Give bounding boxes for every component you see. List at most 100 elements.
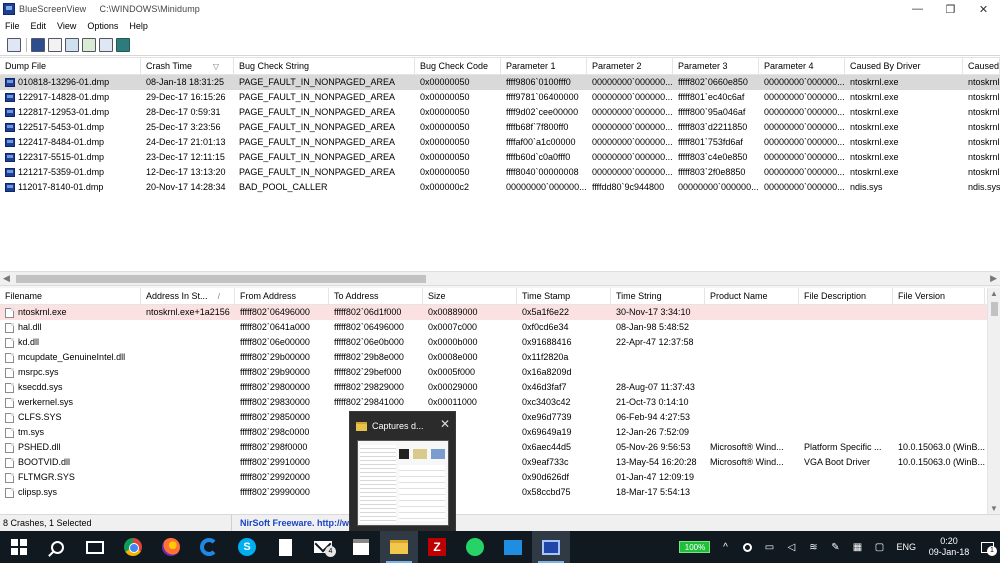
- minimize-button[interactable]: —: [901, 0, 934, 18]
- column-header-time-string[interactable]: Time String: [611, 288, 705, 305]
- menu-view[interactable]: View: [52, 21, 82, 31]
- refresh-icon[interactable]: [99, 37, 113, 52]
- keyboard-icon[interactable]: ▦: [850, 540, 864, 554]
- scrollbar-thumb[interactable]: [16, 275, 426, 283]
- column-header-caused-by-driver[interactable]: Caused By Driver: [845, 58, 963, 75]
- thumbnail-close-button[interactable]: ✕: [440, 418, 450, 430]
- start-button[interactable]: [0, 531, 38, 563]
- volume-icon[interactable]: ◁: [784, 540, 798, 554]
- scroll-left-icon[interactable]: ◀: [3, 273, 10, 284]
- taskbar-mail[interactable]: 4: [304, 531, 342, 563]
- crash-row[interactable]: 122317-5515-01.dmp 23-Dec-17 12:11:15 PAGE…: [0, 150, 1000, 165]
- menu-edit[interactable]: Edit: [26, 21, 53, 31]
- action-center-button[interactable]: 1: [974, 531, 1000, 563]
- taskbar-file-explorer[interactable]: [380, 531, 418, 563]
- column-header-filename[interactable]: Filename: [0, 288, 141, 305]
- taskbar-notepad[interactable]: [266, 531, 304, 563]
- driver-row[interactable]: msrpc.sys fffff802`29b90000 fffff802`29bef…: [0, 365, 987, 380]
- driver-row[interactable]: clipsp.sys fffff802`29990000 0x58ccbd75 18-…: [0, 485, 987, 500]
- android-icon[interactable]: [740, 540, 754, 554]
- taskbar-filezilla[interactable]: Z: [418, 531, 456, 563]
- exit-icon[interactable]: [116, 37, 130, 52]
- copy-icon[interactable]: [48, 37, 62, 52]
- advanced-options-icon[interactable]: [82, 37, 96, 52]
- driver-row[interactable]: BOOTVID.dll fffff802`29910000 0x9eaf733c 13…: [0, 455, 987, 470]
- crash-row[interactable]: 122417-8484-01.dmp 24-Dec-17 21:01:13 PAGE…: [0, 135, 1000, 150]
- menu-options[interactable]: Options: [82, 21, 124, 31]
- column-header-time-stamp[interactable]: Time Stamp: [517, 288, 611, 305]
- scroll-down-icon[interactable]: ▼: [990, 504, 998, 513]
- taskbar-calendar[interactable]: [342, 531, 380, 563]
- task-view-button[interactable]: [76, 531, 114, 563]
- column-header-file-version[interactable]: File Version: [893, 288, 985, 305]
- column-header-size[interactable]: Size: [423, 288, 517, 305]
- column-header-parameter-1[interactable]: Parameter 1: [501, 58, 587, 75]
- column-header-to-address[interactable]: To Address: [329, 288, 423, 305]
- message-icon[interactable]: ▢: [872, 540, 886, 554]
- device-icon[interactable]: ▭: [762, 540, 776, 554]
- menu-file[interactable]: File: [0, 21, 26, 31]
- column-header-dump-file[interactable]: Dump File: [0, 58, 141, 75]
- taskbar-chrome[interactable]: [114, 531, 152, 563]
- column-header-parameter-4[interactable]: Parameter 4: [759, 58, 845, 75]
- crash-row[interactable]: 122517-5453-01.dmp 25-Dec-17 3:23:56 PAGE_…: [0, 120, 1000, 135]
- cell-time-stamp: 0x69649a19: [517, 425, 611, 440]
- scroll-up-icon[interactable]: ▲: [990, 289, 998, 298]
- taskbar-skype[interactable]: S: [228, 531, 266, 563]
- pen-icon[interactable]: ✎: [828, 540, 842, 554]
- crash-row[interactable]: 112017-8140-01.dmp 20-Nov-17 14:28:34 BAD_…: [0, 180, 1000, 195]
- vertical-scrollbar[interactable]: ▲ ▼: [987, 288, 1000, 514]
- wifi-icon[interactable]: ≋: [806, 540, 820, 554]
- copy-html-icon[interactable]: [65, 37, 79, 52]
- crash-row[interactable]: 122817-12953-01.dmp 28-Dec-17 0:59:31 PAGE…: [0, 105, 1000, 120]
- column-header-parameter-3[interactable]: Parameter 3: [673, 58, 759, 75]
- driver-row[interactable]: kd.dll fffff802`06e00000 fffff802`06e0b000…: [0, 335, 987, 350]
- cell-text: fffff802`29bef000: [334, 367, 402, 377]
- battery-indicator[interactable]: 100%: [679, 541, 711, 553]
- column-header-bug-check-code[interactable]: Bug Check Code: [415, 58, 501, 75]
- horizontal-scrollbar[interactable]: ◀ ▶: [0, 271, 1000, 285]
- driver-row[interactable]: ntoskrnl.exe ntoskrnl.exe+1a2156 fffff802`…: [0, 305, 987, 320]
- column-header-from-address[interactable]: From Address: [235, 288, 329, 305]
- language-indicator[interactable]: ENG: [896, 542, 916, 552]
- column-header-file-description[interactable]: File Description: [799, 288, 893, 305]
- crash-row[interactable]: 122917-14828-01.dmp 29-Dec-17 16:15:26 PAG…: [0, 90, 1000, 105]
- crash-row[interactable]: 010818-13296-01.dmp 08-Jan-18 18:31:25 PAG…: [0, 75, 1000, 90]
- driver-row[interactable]: werkernel.sys fffff802`29830000 fffff802`2…: [0, 395, 987, 410]
- column-header-product-name[interactable]: Product Name: [705, 288, 799, 305]
- driver-row[interactable]: mcupdate_GenuineIntel.dll fffff802`29b000…: [0, 350, 987, 365]
- column-header-address-in-st[interactable]: Address In St... /: [141, 288, 235, 305]
- driver-row[interactable]: CLFS.SYS fffff802`29850000 0xe96d7739 06-Fe…: [0, 410, 987, 425]
- taskbar-edge[interactable]: [190, 531, 228, 563]
- search-button[interactable]: [38, 531, 76, 563]
- driver-row[interactable]: ksecdd.sys fffff802`29800000 fffff802`2982…: [0, 380, 987, 395]
- cell-parameter-1: ffffaf00`a1c00000: [501, 135, 587, 150]
- scroll-right-icon[interactable]: ▶: [990, 273, 997, 284]
- taskbar-whatsapp[interactable]: [456, 531, 494, 563]
- taskbar-firefox[interactable]: [152, 531, 190, 563]
- crash-row[interactable]: 121217-5359-01.dmp 12-Dec-17 13:13:20 PAGE…: [0, 165, 1000, 180]
- taskbar-thumbnail-preview[interactable]: Captures d... ✕: [349, 411, 456, 532]
- menu-help[interactable]: Help: [124, 21, 154, 31]
- taskbar-app[interactable]: [494, 531, 532, 563]
- driver-row[interactable]: tm.sys fffff802`298c0000 0x69649a19 12-Jan-…: [0, 425, 987, 440]
- column-header-bug-check-string[interactable]: Bug Check String: [234, 58, 415, 75]
- clock[interactable]: 0:20 09-Jan-18: [924, 536, 974, 558]
- cell-from-address: fffff802`298f0000: [235, 440, 329, 455]
- cell-caused: ntoskrnl: [963, 165, 1000, 180]
- driver-row[interactable]: hal.dll fffff802`0641a000 fffff802`0649600…: [0, 320, 987, 335]
- column-header-parameter-2[interactable]: Parameter 2: [587, 58, 673, 75]
- column-header-caused[interactable]: Caused: [963, 58, 1000, 75]
- column-header-crash-time[interactable]: Crash Time ▽: [141, 58, 234, 75]
- restore-button[interactable]: ❐: [934, 0, 967, 18]
- nirsoft-link[interactable]: NirSoft Freeware. http://w: [232, 515, 349, 532]
- thumbnail-window-preview[interactable]: [357, 440, 449, 526]
- save-icon[interactable]: [31, 37, 45, 52]
- close-button[interactable]: ✕: [967, 0, 1000, 18]
- properties-icon[interactable]: [7, 37, 21, 52]
- chevron-up-icon[interactable]: ^: [718, 540, 732, 554]
- driver-row[interactable]: PSHED.dll fffff802`298f0000 0x6aec44d5 05-N…: [0, 440, 987, 455]
- scrollbar-thumb[interactable]: [991, 302, 998, 316]
- driver-row[interactable]: FLTMGR.SYS fffff802`29920000 0x90d626df 01-…: [0, 470, 987, 485]
- taskbar-bluescreenview[interactable]: [532, 531, 570, 563]
